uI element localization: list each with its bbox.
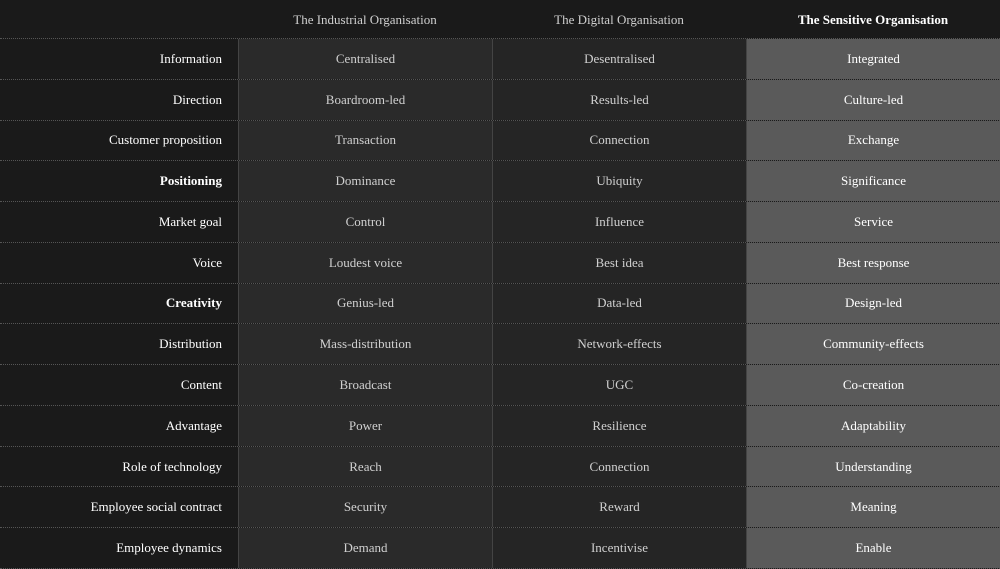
cell-sensitive: Exchange	[746, 121, 1000, 161]
cell-industrial: Broadcast	[238, 365, 492, 405]
cell-sensitive: Adaptability	[746, 406, 1000, 446]
cell-sensitive: Service	[746, 202, 1000, 242]
cell-industrial: Centralised	[238, 39, 492, 79]
cell-industrial: Security	[238, 487, 492, 527]
cell-digital: Network-effects	[492, 324, 746, 364]
cell-sensitive: Meaning	[746, 487, 1000, 527]
header-label-col	[0, 8, 238, 32]
cell-digital: Connection	[492, 447, 746, 487]
cell-sensitive: Culture-led	[746, 80, 1000, 120]
row-label: Employee dynamics	[0, 528, 238, 568]
cell-sensitive: Best response	[746, 243, 1000, 283]
cell-digital: Desentralised	[492, 39, 746, 79]
cell-sensitive: Community-effects	[746, 324, 1000, 364]
cell-digital: Incentivise	[492, 528, 746, 568]
cell-industrial: Reach	[238, 447, 492, 487]
table-row: PositioningDominanceUbiquitySignificance	[0, 160, 1000, 201]
cell-industrial: Power	[238, 406, 492, 446]
row-label: Distribution	[0, 324, 238, 364]
cell-digital: Influence	[492, 202, 746, 242]
cell-digital: Resilience	[492, 406, 746, 446]
cell-digital: Ubiquity	[492, 161, 746, 201]
cell-sensitive: Enable	[746, 528, 1000, 568]
row-label: Employee social contract	[0, 487, 238, 527]
row-label: Content	[0, 365, 238, 405]
table-header: The Industrial Organisation The Digital …	[0, 0, 1000, 38]
cell-digital: Connection	[492, 121, 746, 161]
cell-industrial: Control	[238, 202, 492, 242]
table-row: Market goalControlInfluenceService	[0, 201, 1000, 242]
cell-sensitive: Co-creation	[746, 365, 1000, 405]
cell-industrial: Mass-distribution	[238, 324, 492, 364]
cell-sensitive: Understanding	[746, 447, 1000, 487]
table-row: Customer propositionTransactionConnectio…	[0, 120, 1000, 161]
cell-digital: Data-led	[492, 284, 746, 324]
cell-digital: Reward	[492, 487, 746, 527]
table-row: DirectionBoardroom-ledResults-ledCulture…	[0, 79, 1000, 120]
cell-industrial: Genius-led	[238, 284, 492, 324]
table-row: Role of technologyReachConnectionUnderst…	[0, 446, 1000, 487]
header-digital: The Digital Organisation	[492, 8, 746, 32]
cell-industrial: Dominance	[238, 161, 492, 201]
table-body: InformationCentralisedDesentralisedInteg…	[0, 38, 1000, 569]
comparison-table: The Industrial Organisation The Digital …	[0, 0, 1000, 569]
table-row: AdvantagePowerResilienceAdaptability	[0, 405, 1000, 446]
table-row: CreativityGenius-ledData-ledDesign-led	[0, 283, 1000, 324]
row-label: Voice	[0, 243, 238, 283]
row-label: Role of technology	[0, 447, 238, 487]
row-label: Positioning	[0, 161, 238, 201]
header-industrial: The Industrial Organisation	[238, 8, 492, 32]
row-label: Customer proposition	[0, 121, 238, 161]
table-row: VoiceLoudest voiceBest ideaBest response	[0, 242, 1000, 283]
table-row: Employee dynamicsDemandIncentiviseEnable	[0, 527, 1000, 569]
cell-digital: Results-led	[492, 80, 746, 120]
header-sensitive: The Sensitive Organisation	[746, 8, 1000, 32]
row-label: Creativity	[0, 284, 238, 324]
table-row: ContentBroadcastUGCCo-creation	[0, 364, 1000, 405]
cell-industrial: Demand	[238, 528, 492, 568]
cell-digital: Best idea	[492, 243, 746, 283]
table-row: DistributionMass-distributionNetwork-eff…	[0, 323, 1000, 364]
cell-industrial: Boardroom-led	[238, 80, 492, 120]
row-label: Market goal	[0, 202, 238, 242]
table-row: InformationCentralisedDesentralisedInteg…	[0, 38, 1000, 79]
cell-digital: UGC	[492, 365, 746, 405]
cell-sensitive: Integrated	[746, 39, 1000, 79]
row-label: Direction	[0, 80, 238, 120]
row-label: Advantage	[0, 406, 238, 446]
cell-industrial: Transaction	[238, 121, 492, 161]
cell-industrial: Loudest voice	[238, 243, 492, 283]
cell-sensitive: Significance	[746, 161, 1000, 201]
row-label: Information	[0, 39, 238, 79]
cell-sensitive: Design-led	[746, 284, 1000, 324]
table-row: Employee social contractSecurityRewardMe…	[0, 486, 1000, 527]
